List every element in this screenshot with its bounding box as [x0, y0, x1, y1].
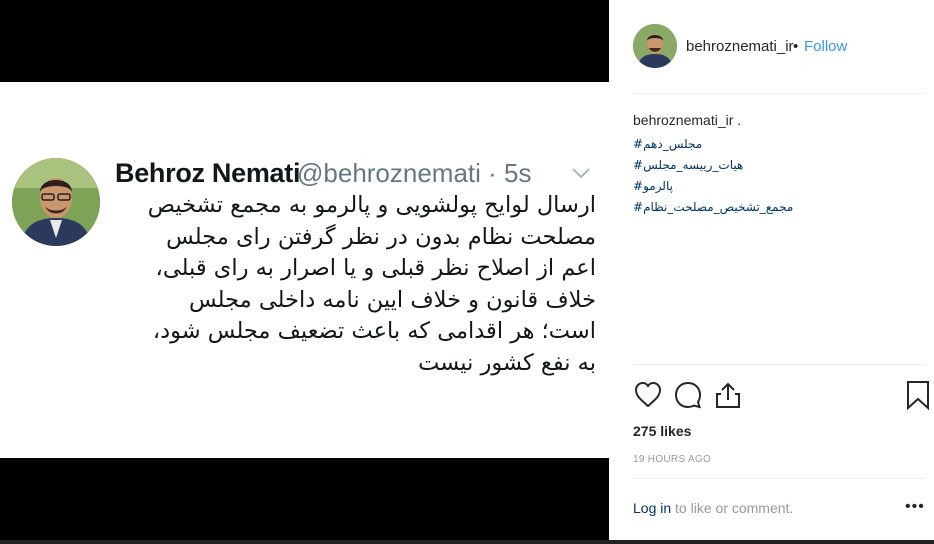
divider [633, 93, 926, 94]
tweet-avatar [12, 158, 100, 246]
tweet-card: Behroz Nemati @behroznemati · 5s ارسال ل… [0, 82, 609, 458]
tweet-line: به نفع کشور نیست [418, 349, 596, 376]
post-header: behroznemati_ir • Follow [609, 0, 934, 94]
like-count[interactable]: 275 likes [633, 423, 691, 439]
separator-dot: • [793, 38, 799, 55]
hashtag-link[interactable]: #مجلس_دهم [633, 134, 923, 155]
heart-icon[interactable] [633, 380, 663, 410]
comment-prompt: Log in to like or comment. [633, 500, 929, 516]
bookmark-icon[interactable] [903, 380, 933, 410]
tweet-line: ارسال لوایح پولشویی و پالرمو به مجمع تشخ… [147, 192, 596, 218]
divider [633, 478, 926, 479]
post-sidebar: behroznemati_ir • Follow behroznemati_ir… [609, 0, 934, 544]
hashtag-link[interactable]: #مجمع_تشخیص_مصلحت_نظام [633, 197, 923, 218]
action-bar [633, 380, 933, 412]
tweet-author-name: Behroz Nemati [115, 158, 301, 188]
chevron-down-icon [572, 168, 590, 179]
tweet-line: است؛ هر اقدامی که باعث تضعیف مجلس شود، [152, 318, 596, 344]
hashtag-link[interactable]: #هیات_رییسه_مجلس [633, 155, 923, 176]
caption: behroznemati_ir . [633, 112, 923, 128]
post-media: Behroz Nemati @behroznemati · 5s ارسال ل… [0, 0, 609, 544]
bottom-edge [0, 540, 934, 544]
post-timestamp[interactable]: 19 HOURS AGO [633, 454, 711, 465]
hashtag-list: #مجلس_دهم #هیات_رییسه_مجلس #پالرمو #مجمع… [633, 134, 923, 218]
avatar[interactable] [633, 24, 677, 68]
tweet-line: خلاف قانون و خلاف ایین نامه داخلی مجلس [188, 286, 596, 313]
tweet-line: اعم از اصلاح نظر قبلی و یا اصرار به رای … [155, 255, 596, 281]
more-options-button[interactable]: ••• [905, 498, 925, 516]
share-icon[interactable] [713, 380, 743, 410]
divider [633, 364, 926, 365]
tweet-line: مصلحت نظام بدون در نظر گرفتن رای مجلس [166, 223, 596, 250]
login-link[interactable]: Log in [633, 500, 671, 516]
caption-username[interactable]: behroznemati_ir . [633, 112, 741, 128]
hashtag-link[interactable]: #پالرمو [633, 176, 923, 197]
tweet-handle-time: @behroznemati · 5s [297, 158, 532, 188]
follow-button[interactable]: Follow [804, 38, 847, 55]
comment-icon[interactable] [673, 380, 703, 410]
tweet-text: ارسال لوایح پولشویی و پالرمو به مجمع تشخ… [110, 190, 596, 379]
comment-prompt-text: to like or comment. [671, 500, 794, 516]
header-username[interactable]: behroznemati_ir [686, 38, 794, 55]
